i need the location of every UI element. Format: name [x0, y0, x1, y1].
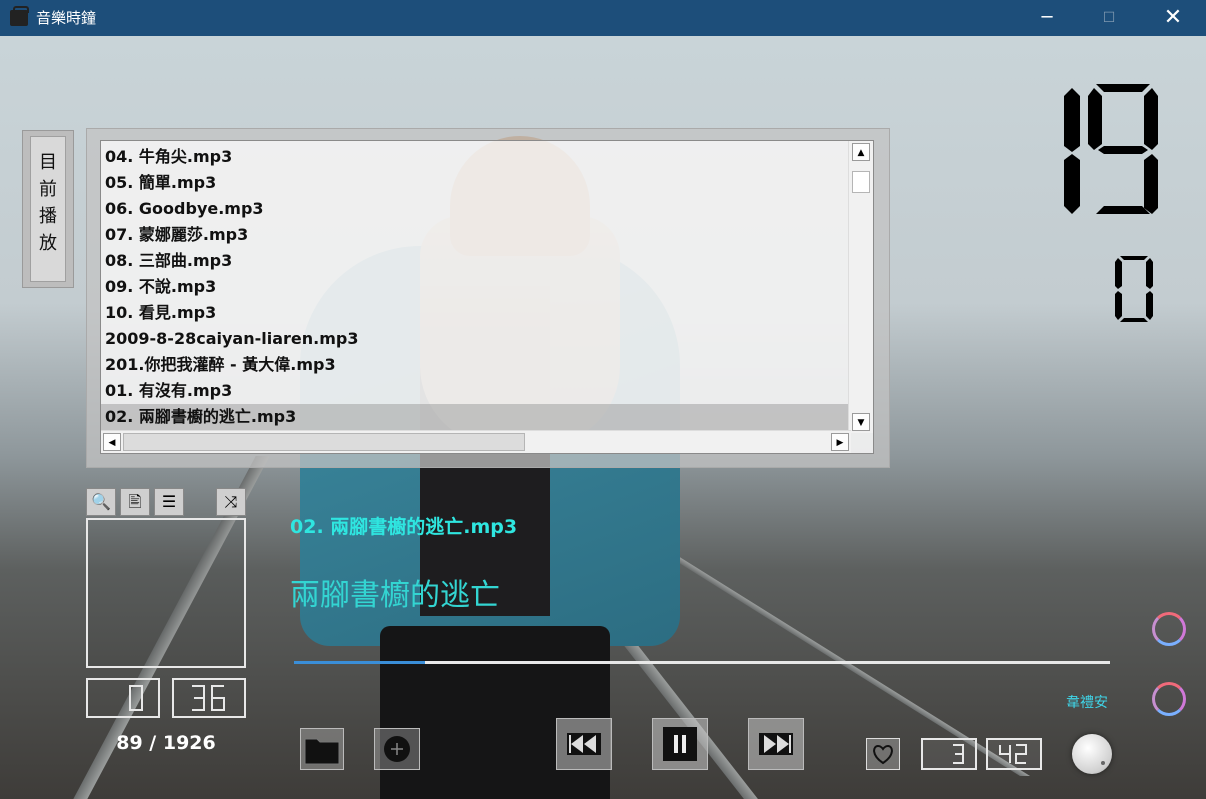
track-counter: 89 / 1926: [116, 732, 216, 754]
label-char: 前: [39, 179, 57, 200]
maximize-button[interactable]: ☐: [1086, 0, 1132, 36]
label-char: 放: [39, 233, 57, 254]
add-track-button[interactable]: [374, 728, 420, 770]
elapsed-seconds-display: 36: [172, 678, 246, 718]
elapsed-minutes-digit: [129, 685, 143, 711]
previous-track-button[interactable]: [556, 718, 612, 770]
progress-fill: [294, 661, 425, 664]
playlist-item[interactable]: 10. 看見.mp3: [101, 300, 851, 326]
playlist-item[interactable]: 02. 兩腳書櫥的逃亡.mp3: [101, 404, 851, 430]
now-playing-filename: 02. 兩腳書櫥的逃亡.mp3: [290, 516, 518, 538]
playlist-item[interactable]: 2009-8-28caiyan-liaren.mp3: [101, 326, 851, 352]
ring-button-bottom[interactable]: [1152, 682, 1186, 716]
clock-hour-text: 19: [1050, 80, 1052, 81]
album-art-box: [86, 518, 246, 668]
folder-icon: [304, 738, 340, 765]
duration-seconds-display: 42: [986, 738, 1042, 770]
label-char: 播: [39, 206, 57, 227]
vertical-scrollbar[interactable]: ▲ ▼: [848, 141, 873, 433]
clock-hour-display: 19: [1050, 80, 1158, 214]
playlist[interactable]: 04. 牛角尖.mp3 05. 簡單.mp3 06. Goodbye.mp3 07. …: [100, 140, 874, 454]
scroll-up-button[interactable]: ▲: [852, 143, 870, 161]
previous-icon: [567, 733, 601, 755]
clock-minute-display: 0: [1114, 254, 1153, 322]
progress-bar[interactable]: [294, 661, 1110, 664]
add-icon: [384, 736, 410, 762]
favorite-button[interactable]: [866, 738, 900, 770]
playlist-item[interactable]: 05. 簡單.mp3: [101, 170, 851, 196]
scroll-down-button[interactable]: ▼: [852, 413, 870, 431]
horizontal-scroll-thumb[interactable]: [123, 433, 525, 451]
scroll-left-button[interactable]: ◀: [103, 433, 121, 451]
window-title: 音樂時鐘: [36, 9, 97, 27]
scroll-right-button[interactable]: ▶: [831, 433, 849, 451]
now-playing-label: 目 前 播 放: [30, 136, 66, 282]
playlist-items: 04. 牛角尖.mp3 05. 簡單.mp3 06. Goodbye.mp3 07. …: [101, 144, 851, 434]
playlist-item[interactable]: 04. 牛角尖.mp3: [101, 144, 851, 170]
artist-name: 韋禮安: [1066, 695, 1108, 711]
playlist-item[interactable]: 201.你把我灌醉 - 黃大偉.mp3: [101, 352, 851, 378]
duration-seconds-digits: [999, 744, 1027, 764]
tool-strip: 🔍 🖹 ☰ ⤨: [86, 488, 246, 516]
search-icon[interactable]: 🔍: [86, 488, 116, 516]
duration-minutes-digit: [953, 744, 964, 764]
close-button[interactable]: ✕: [1150, 0, 1196, 36]
elapsed-minutes-display: 0: [86, 678, 160, 718]
playlist-item[interactable]: 06. Goodbye.mp3: [101, 196, 851, 222]
app-window: 音樂時鐘 ─ ☐ ✕ 目 前 播 放 04. 牛角尖.mp3 05. 簡單.mp3…: [0, 0, 1206, 799]
now-playing-tab[interactable]: 目 前 播 放: [22, 130, 74, 288]
next-track-button[interactable]: [748, 718, 804, 770]
horizontal-scrollbar[interactable]: ◀ ▶: [101, 430, 851, 453]
playlist-item[interactable]: 07. 蒙娜麗莎.mp3: [101, 222, 851, 248]
clock-minute-text: 0: [1114, 254, 1115, 255]
playlist-icon[interactable]: ☰: [154, 488, 184, 516]
playlist-item[interactable]: 09. 不說.mp3: [101, 274, 851, 300]
title-bar: 音樂時鐘 ─ ☐ ✕: [0, 0, 1206, 36]
open-folder-button[interactable]: [300, 728, 344, 770]
next-icon: [759, 733, 793, 755]
duration-minutes-display: 3: [921, 738, 977, 770]
now-playing-title: 兩腳書櫥的逃亡: [290, 578, 500, 613]
minimize-button[interactable]: ─: [1024, 0, 1070, 36]
shuffle-icon[interactable]: ⤨: [216, 488, 246, 516]
vertical-scroll-thumb[interactable]: [852, 171, 870, 193]
elapsed-seconds-digits: [192, 685, 225, 711]
lyrics-icon[interactable]: 🖹: [120, 488, 150, 516]
music-box-icon: [10, 6, 29, 26]
pause-button[interactable]: [652, 718, 708, 770]
volume-knob[interactable]: [1072, 734, 1112, 774]
playlist-item[interactable]: 01. 有沒有.mp3: [101, 378, 851, 404]
pause-icon: [663, 727, 697, 761]
heart-icon: [873, 744, 893, 765]
playlist-item[interactable]: 08. 三部曲.mp3: [101, 248, 851, 274]
label-char: 目: [39, 152, 57, 173]
ring-button-top[interactable]: [1152, 612, 1186, 646]
